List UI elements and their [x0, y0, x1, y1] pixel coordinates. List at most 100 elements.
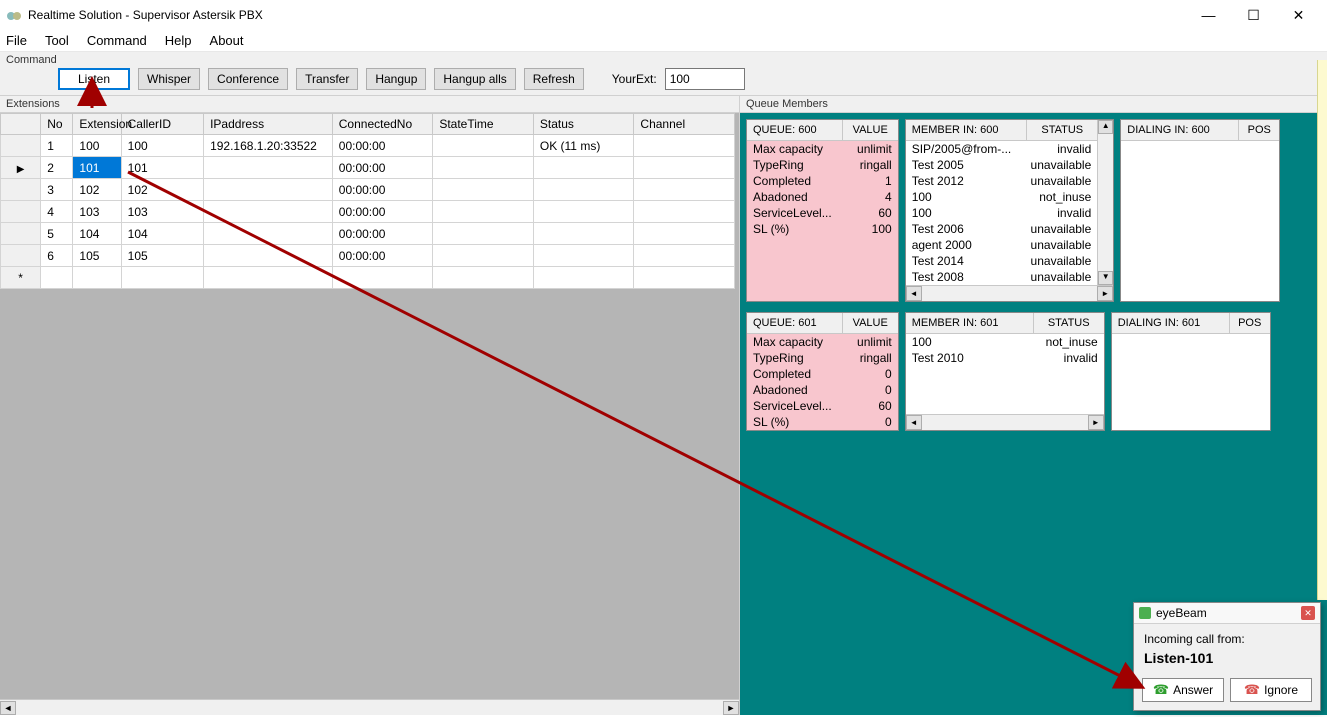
- col-header[interactable]: IPaddress: [204, 114, 333, 135]
- queue-stat-row: Abadoned0: [747, 382, 898, 398]
- conference-button[interactable]: Conference: [208, 68, 288, 90]
- member-row: Test 2005unavailable: [906, 157, 1098, 173]
- hangupalls-button[interactable]: Hangup alls: [434, 68, 515, 90]
- command-panel: Command Listen Whisper Conference Transf…: [0, 52, 1327, 96]
- scroll-down-icon[interactable]: ▼: [1098, 271, 1113, 285]
- answer-button[interactable]: ☎Answer: [1142, 678, 1224, 702]
- member-header: MEMBER IN: 601: [906, 313, 1034, 333]
- extensions-grid-wrap[interactable]: NoExtensionCallerIDIPaddressConnectedNoS…: [0, 113, 739, 699]
- queue-members-label: Queue Members: [740, 96, 1327, 113]
- command-label: Command: [0, 52, 1327, 66]
- scroll-right-icon[interactable]: ►: [723, 701, 739, 715]
- member-row: Test 2014unavailable: [906, 253, 1098, 269]
- table-row[interactable]: ▶ 2 101 10100:00:00: [1, 157, 735, 179]
- member-row: SIP/2005@from-...invalid: [906, 141, 1098, 157]
- popup-line1: Incoming call from:: [1144, 632, 1310, 646]
- popup-from: Listen-101: [1144, 650, 1310, 666]
- extensions-panel: Extensions NoExtensionCallerIDIPaddressC…: [0, 96, 740, 715]
- phone-ignore-icon: ☎: [1244, 682, 1260, 698]
- col-header[interactable]: Extension: [73, 114, 121, 135]
- queue-members-box: MEMBER IN: 601STATUS 100not_inuseTest 20…: [905, 312, 1105, 431]
- h-scrollbar-mini[interactable]: ◄►: [906, 414, 1104, 430]
- scroll-up-icon[interactable]: ▲: [1098, 120, 1113, 134]
- status-header: STATUS: [1027, 120, 1097, 140]
- window-titlebar: Realtime Solution - Supervisor Astersik …: [0, 0, 1327, 30]
- extensions-label: Extensions: [0, 96, 739, 113]
- eyebeam-popup: eyeBeam ✕ Incoming call from: Listen-101…: [1133, 602, 1321, 711]
- queue-header: QUEUE: 600: [747, 120, 843, 140]
- queue-stat-row: SL (%)0: [747, 414, 898, 430]
- yourext-input[interactable]: [665, 68, 745, 90]
- queue-stat-row: ServiceLevel...60: [747, 205, 898, 221]
- maximize-button[interactable]: ☐: [1231, 1, 1276, 29]
- member-row: 100invalid: [906, 205, 1098, 221]
- table-row[interactable]: 1 100 100192.168.1.20:3352200:00:00OK (1…: [1, 135, 735, 157]
- h-scrollbar-mini[interactable]: ◄►: [906, 285, 1114, 301]
- col-header[interactable]: StateTime: [433, 114, 534, 135]
- scroll-right-icon[interactable]: ►: [1097, 286, 1113, 301]
- menu-help[interactable]: Help: [165, 33, 192, 48]
- popup-title: eyeBeam: [1156, 606, 1207, 620]
- queue-stat-row: TypeRingringall: [747, 350, 898, 366]
- table-row[interactable]: 6 105 10500:00:00: [1, 245, 735, 267]
- table-row-new[interactable]: *: [1, 267, 735, 289]
- col-header[interactable]: CallerID: [121, 114, 203, 135]
- queue-header: QUEUE: 601: [747, 313, 843, 333]
- col-header[interactable]: Status: [533, 114, 634, 135]
- answer-label: Answer: [1173, 683, 1213, 697]
- queue-stats-box: QUEUE: 600VALUE Max capacityunlimitTypeR…: [746, 119, 899, 302]
- member-row: Test 2006unavailable: [906, 221, 1098, 237]
- note-strip: [1317, 60, 1327, 600]
- menu-tool[interactable]: Tool: [45, 33, 69, 48]
- listen-button[interactable]: Listen: [58, 68, 130, 90]
- table-row[interactable]: 4 103 10300:00:00: [1, 201, 735, 223]
- queue-stat-row: Abadoned4: [747, 189, 898, 205]
- queue-stat-row: TypeRingringall: [747, 157, 898, 173]
- transfer-button[interactable]: Transfer: [296, 68, 358, 90]
- hangup-button[interactable]: Hangup: [366, 68, 426, 90]
- member-row: Test 2010invalid: [906, 350, 1104, 366]
- scroll-left-icon[interactable]: ◄: [906, 286, 922, 301]
- extensions-grid[interactable]: NoExtensionCallerIDIPaddressConnectedNoS…: [0, 113, 735, 289]
- queue-card: QUEUE: 600VALUE Max capacityunlimitTypeR…: [746, 119, 1321, 302]
- queue-stats-box: QUEUE: 601VALUE Max capacityunlimitTypeR…: [746, 312, 899, 431]
- queue-stat-row: SL (%)100: [747, 221, 898, 237]
- refresh-button[interactable]: Refresh: [524, 68, 584, 90]
- scroll-left-icon[interactable]: ◄: [906, 415, 922, 430]
- scroll-right-icon[interactable]: ►: [1088, 415, 1104, 430]
- menu-command[interactable]: Command: [87, 33, 147, 48]
- queue-value-header: VALUE: [843, 120, 898, 140]
- ignore-button[interactable]: ☎Ignore: [1230, 678, 1312, 702]
- member-row: Test 2008unavailable: [906, 269, 1098, 285]
- col-header[interactable]: No: [41, 114, 73, 135]
- member-row: Test 2012unavailable: [906, 173, 1098, 189]
- queue-dialing-box: DIALING IN: 600POS: [1120, 119, 1280, 302]
- status-header: STATUS: [1034, 313, 1104, 333]
- table-row[interactable]: 3 102 10200:00:00: [1, 179, 735, 201]
- whisper-button[interactable]: Whisper: [138, 68, 200, 90]
- queue-stat-row: Max capacityunlimit: [747, 334, 898, 350]
- pos-header: POS: [1230, 313, 1270, 333]
- h-scrollbar[interactable]: ◄ ►: [0, 699, 739, 715]
- dialing-header: DIALING IN: 601: [1112, 313, 1230, 333]
- member-row: 100not_inuse: [906, 189, 1098, 205]
- pos-header: POS: [1239, 120, 1279, 140]
- v-scrollbar[interactable]: ▲▼: [1097, 120, 1113, 285]
- queue-stat-row: Max capacityunlimit: [747, 141, 898, 157]
- menu-about[interactable]: About: [210, 33, 244, 48]
- popup-close-icon[interactable]: ✕: [1301, 606, 1315, 620]
- dialing-header: DIALING IN: 600: [1121, 120, 1239, 140]
- yourext-label: YourExt:: [612, 72, 657, 86]
- minimize-button[interactable]: —: [1186, 1, 1231, 29]
- queue-value-header: VALUE: [843, 313, 898, 333]
- scroll-left-icon[interactable]: ◄: [0, 701, 16, 715]
- close-button[interactable]: ✕: [1276, 1, 1321, 29]
- col-header[interactable]: ConnectedNo: [332, 114, 433, 135]
- member-header: MEMBER IN: 600: [906, 120, 1028, 140]
- queue-dialing-box: DIALING IN: 601POS: [1111, 312, 1271, 431]
- window-title: Realtime Solution - Supervisor Astersik …: [28, 8, 263, 22]
- table-row[interactable]: 5 104 10400:00:00: [1, 223, 735, 245]
- col-header[interactable]: Channel: [634, 114, 735, 135]
- app-icon: [6, 7, 22, 23]
- menu-file[interactable]: File: [6, 33, 27, 48]
